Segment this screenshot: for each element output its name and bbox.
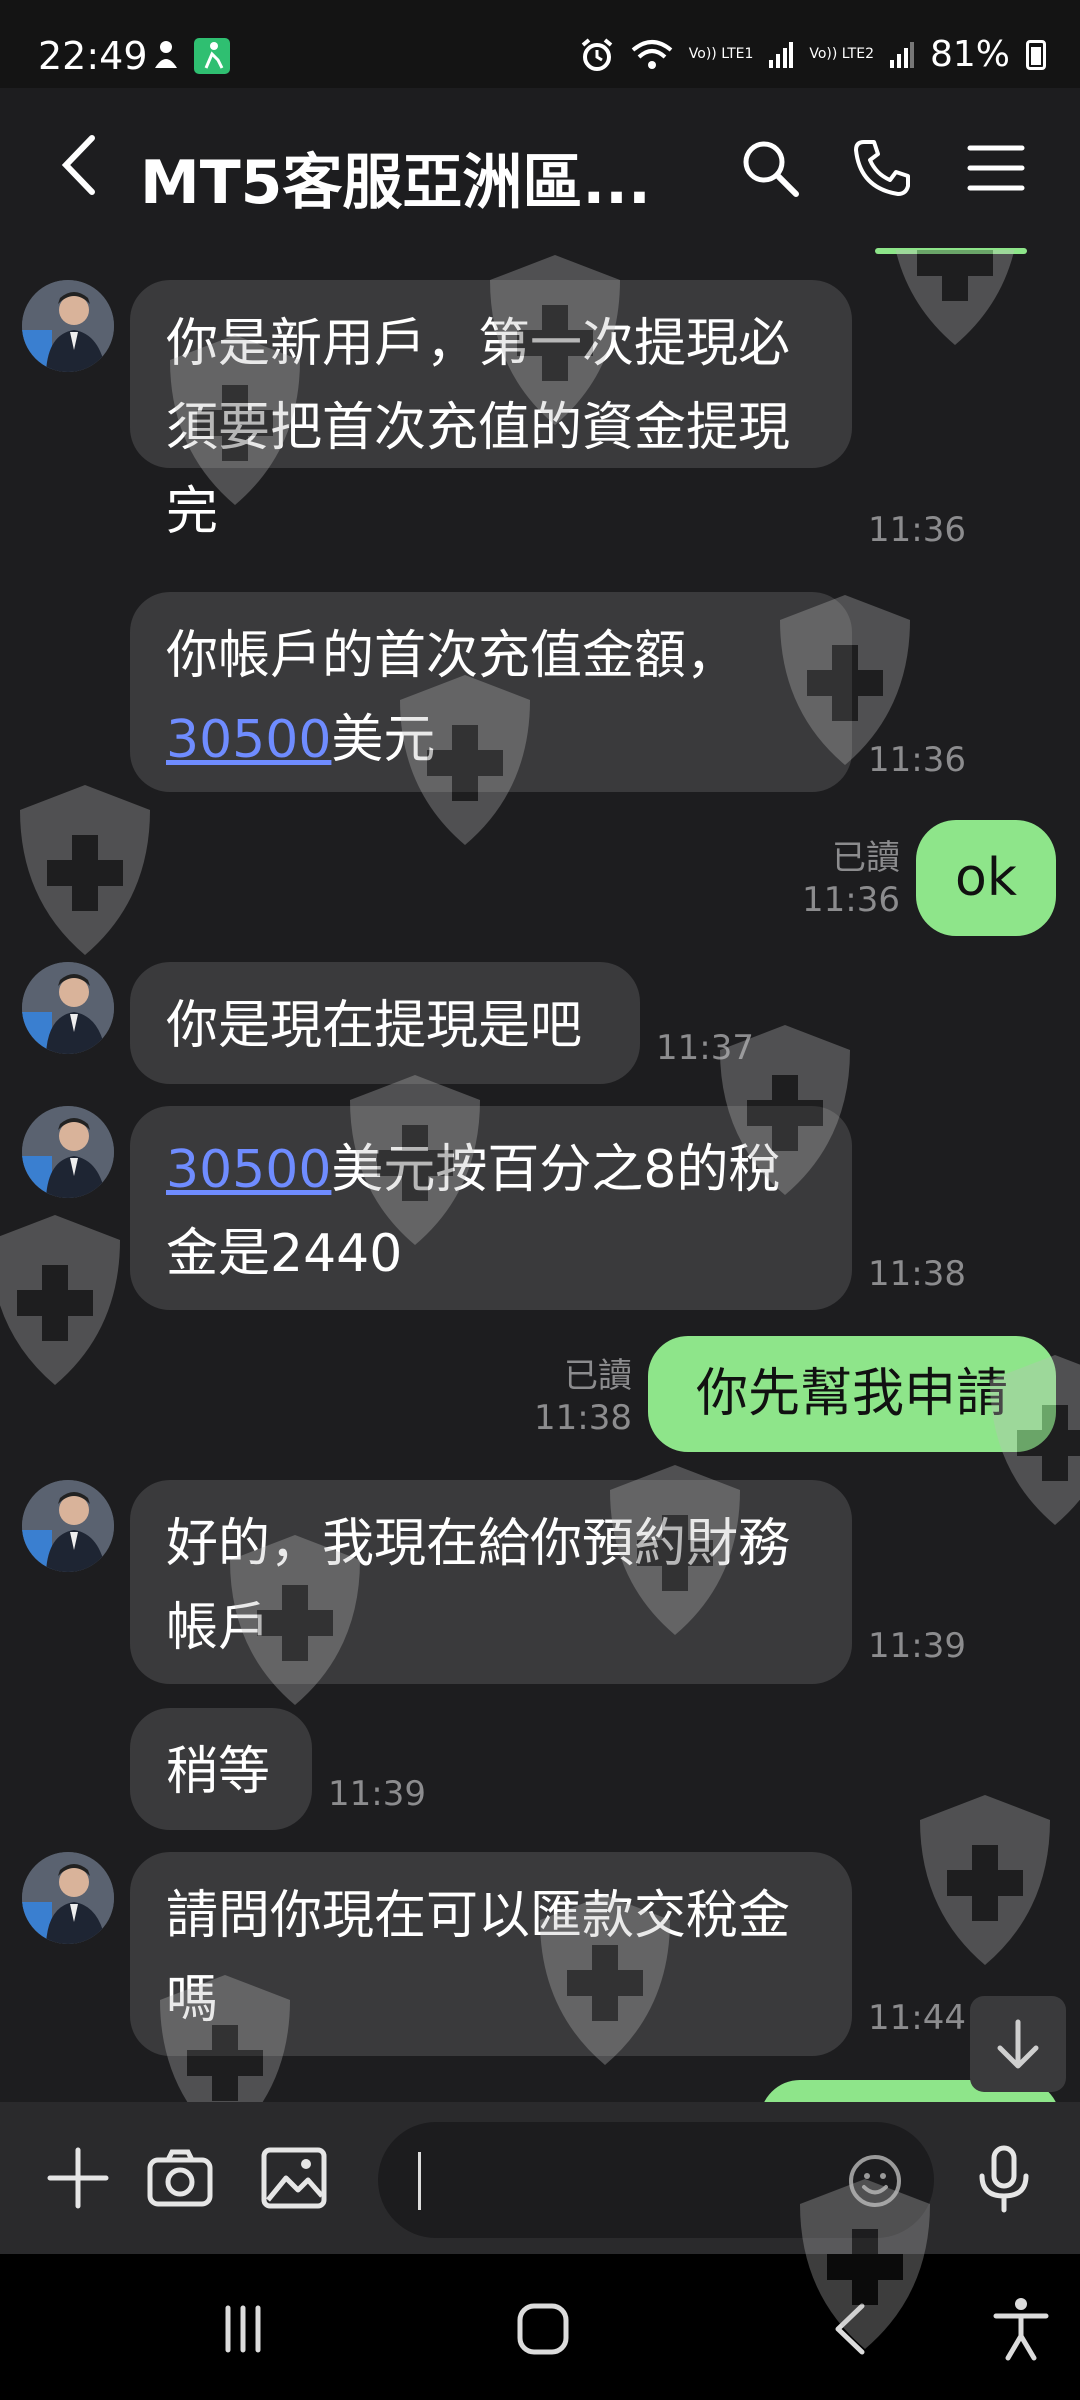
amount-link[interactable]: 30500 (166, 1140, 331, 1200)
shield-watermark-icon (0, 1215, 120, 1385)
avatar-image (22, 280, 114, 372)
message-text: 你是現在提現是吧 (166, 996, 583, 1056)
read-receipt: 已讀 (564, 1356, 632, 1396)
avatar-image (22, 1480, 114, 1572)
image-icon[interactable] (258, 2142, 330, 2214)
scroll-to-bottom-button[interactable] (970, 1996, 1066, 2092)
text-caret (418, 2152, 421, 2210)
avatar[interactable] (22, 280, 114, 372)
avatar-image (22, 1852, 114, 1944)
avatar-image (22, 962, 114, 1054)
message-time: 11:36 (802, 880, 900, 920)
message-input-bar (0, 2102, 1080, 2254)
message-text: 稍等 (166, 1742, 271, 1802)
shield-watermark-icon (20, 785, 150, 955)
message-time: 11:38 (868, 1254, 966, 1294)
home-icon[interactable] (508, 2294, 578, 2364)
message-text: ok (955, 848, 1017, 908)
chat-title[interactable]: MT5客服亞洲區... (140, 134, 651, 221)
chat-header: MT5客服亞洲區... (0, 88, 1080, 254)
message-text: 好的，我現在給你預約財務帳戶 (166, 1514, 791, 1658)
system-navigation-bar (0, 2179, 1080, 2400)
signal-bars-icon (889, 41, 914, 68)
message-time: 11:44 (868, 1998, 966, 2038)
message-input-field[interactable] (378, 2122, 934, 2238)
message-bubble-incoming[interactable]: 你帳戶的首次充值金額， 30500美元 (130, 592, 852, 792)
battery-icon (1026, 39, 1046, 70)
status-bar: 22:49 Vo)) LTE1 Vo)) LTE2 81% (0, 0, 1080, 88)
alarm-icon (581, 37, 613, 71)
search-icon[interactable] (738, 136, 802, 200)
message-time: 11:39 (328, 1774, 426, 1814)
signal-bars-icon (769, 41, 794, 68)
avatar[interactable] (22, 1480, 114, 1572)
message-text: 請問你現在可以匯款交稅金嗎 (166, 1886, 791, 2030)
amount-link[interactable]: 30500 (166, 710, 331, 770)
message-text: 美元 (331, 710, 436, 770)
message-bubble-incoming[interactable]: 你是新用戶，第一次提現必須要把首次充值的資金提現完 (130, 280, 852, 542)
message-time: 11:36 (868, 740, 966, 780)
back-icon[interactable] (52, 130, 112, 200)
message-time: 11:39 (868, 1626, 966, 1666)
recents-icon[interactable] (208, 2294, 278, 2364)
message-bubble-incoming[interactable]: 稍等 (130, 1708, 312, 1830)
message-text: 你帳戶的首次充值金額， (166, 626, 739, 686)
back-nav-icon[interactable] (818, 2294, 888, 2364)
avatar[interactable] (22, 1106, 114, 1198)
read-receipt: 已讀 (832, 838, 900, 878)
message-time: 11:36 (868, 510, 966, 550)
status-time: 22:49 (38, 34, 148, 78)
menu-icon[interactable] (964, 136, 1028, 200)
battery-percent: 81% (929, 34, 1010, 75)
chat-area[interactable]: 你是新用戶，第一次提現必須要把首次充值的資金提現完 11:36 你帳戶的首次充值… (0, 250, 1080, 2102)
message-bubble-incoming[interactable]: 你是現在提現是吧 (130, 962, 640, 1084)
wifi-icon (631, 39, 673, 69)
avatar-image (22, 1106, 114, 1198)
plus-icon[interactable] (42, 2142, 114, 2214)
message-text: 你先幫我申請 (695, 1364, 1008, 1424)
message-time: 11:37 (656, 1028, 754, 1068)
avatar[interactable] (22, 962, 114, 1054)
message-bubble-incoming[interactable]: 好的，我現在給你預約財務帳戶 (130, 1480, 852, 1684)
emoji-icon[interactable] (846, 2152, 904, 2210)
accessibility-icon[interactable] (986, 2294, 1056, 2364)
camera-icon[interactable] (144, 2142, 216, 2214)
status-right-icons: Vo)) LTE1 Vo)) LTE2 81% (579, 34, 1046, 75)
message-text: 你是新用戶，第一次提現必須要把首次充值的資金提現完 (166, 314, 791, 542)
message-bubble-incoming[interactable]: 30500美元按百分之8的稅金是2440 (130, 1106, 852, 1310)
arrow-down-icon (997, 2019, 1039, 2069)
notification-icon (155, 41, 177, 68)
message-bubble-incoming[interactable]: 請問你現在可以匯款交稅金嗎 (130, 1852, 852, 2056)
status-left-icons (152, 38, 230, 74)
message-time: 11:38 (534, 1398, 632, 1438)
network-lte1: Vo)) LTE1 (688, 46, 754, 62)
network-lte2: Vo)) LTE2 (809, 46, 874, 62)
shield-watermark-icon (920, 1795, 1050, 1965)
avatar[interactable] (22, 1852, 114, 1944)
message-bubble-outgoing[interactable]: ok (916, 820, 1056, 936)
phone-icon[interactable] (850, 136, 914, 200)
shield-watermark-icon (895, 250, 1015, 345)
message-input[interactable] (434, 2148, 818, 2214)
app-notification-icon (194, 38, 230, 74)
microphone-icon[interactable] (968, 2142, 1040, 2214)
message-bubble-outgoing[interactable]: 你先幫我申請 (648, 1336, 1056, 1452)
